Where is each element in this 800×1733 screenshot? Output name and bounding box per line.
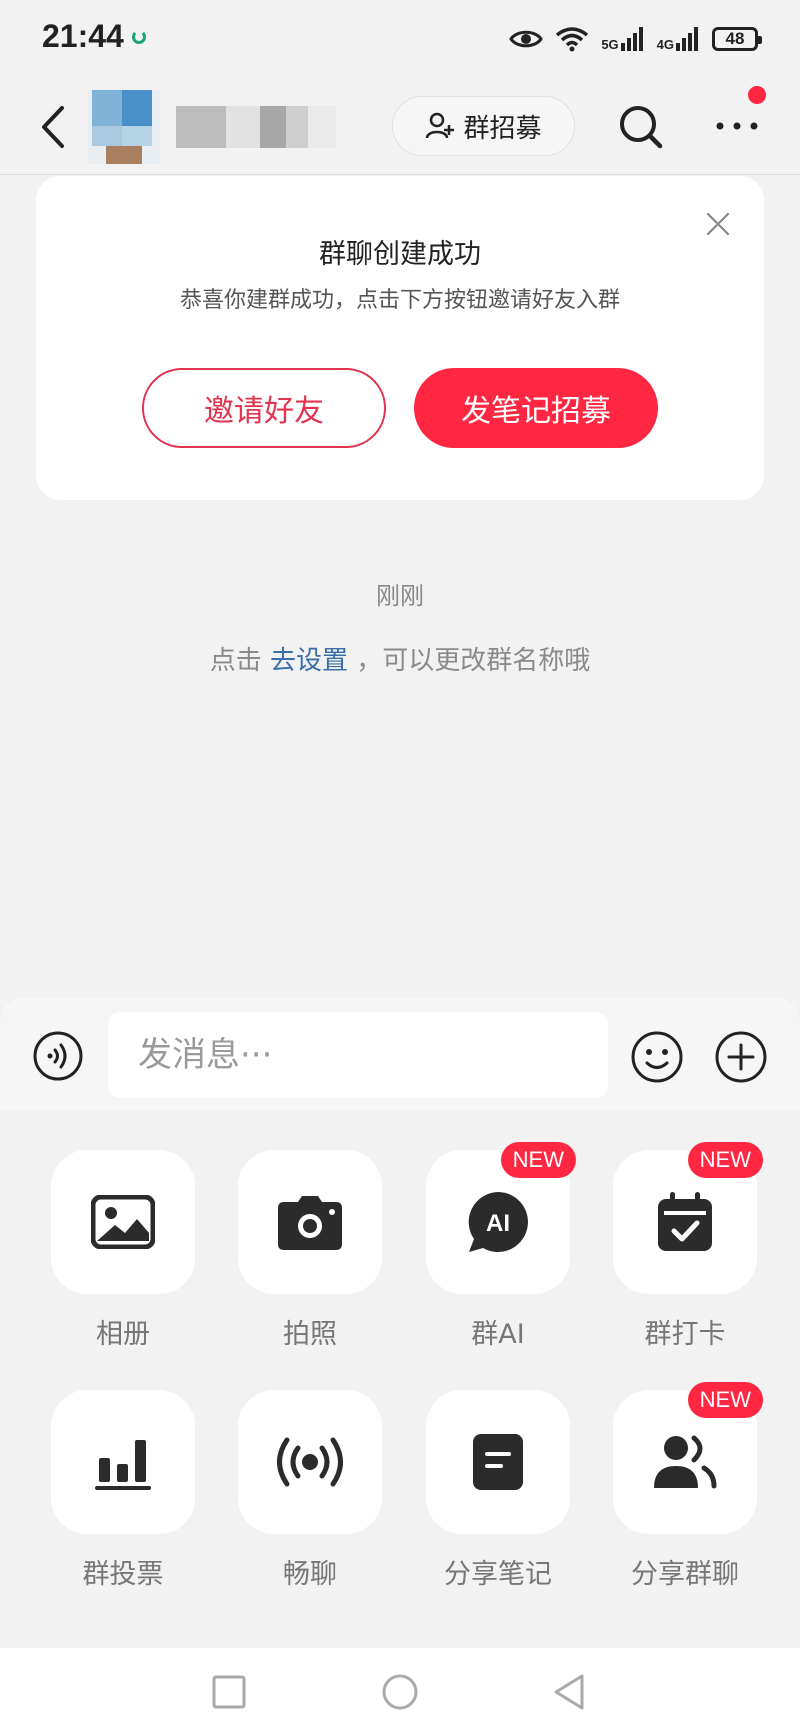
add-user-icon: [426, 112, 455, 139]
sync-icon: [132, 30, 146, 44]
tip-prefix: 点击: [209, 646, 270, 676]
new-badge: NEW: [687, 1142, 763, 1178]
tool-album[interactable]: 相册: [51, 1150, 195, 1351]
new-badge: NEW: [500, 1142, 576, 1178]
group-created-card: 群聊创建成功 恭喜你建群成功，点击下方按钮邀请好友入群 邀请好友 发笔记招募: [36, 176, 764, 500]
signal-bars-icon: [620, 27, 643, 51]
ai-chat-icon: AI: [468, 1192, 528, 1252]
broadcast-icon: [277, 1437, 343, 1487]
tool-label: 分享群聊: [631, 1559, 739, 1590]
tool-share-group-tile[interactable]: NEW: [613, 1382, 763, 1534]
post-note-recruit-button[interactable]: 发笔记招募: [414, 368, 658, 448]
tool-label: 分享笔记: [444, 1559, 552, 1590]
tool-album-tile[interactable]: [51, 1150, 195, 1294]
tool-camera-tile[interactable]: [238, 1150, 382, 1294]
tool-group-ai[interactable]: AI NEW 群AI: [426, 1142, 576, 1351]
signal-4g: 4G: [657, 27, 700, 51]
tip-suffix: ，可以更改群名称哦: [348, 646, 591, 676]
tool-label: 相册: [96, 1319, 150, 1350]
tool-group-ai-tile[interactable]: AI NEW: [426, 1142, 576, 1294]
tool-check-in[interactable]: NEW 群打卡: [613, 1142, 763, 1351]
tool-label: 拍照: [283, 1319, 337, 1350]
status-time: 21:44: [42, 18, 124, 54]
composer-panel: 相册 拍照 AI NEW 群AI: [0, 998, 800, 1648]
new-badge: NEW: [687, 1382, 763, 1418]
emoji-icon[interactable]: [630, 1030, 684, 1084]
message-timestamp: 刚刚: [376, 582, 424, 610]
tool-share-group[interactable]: NEW 分享群聊: [613, 1382, 763, 1591]
status-icons: 5G 4G 48: [509, 22, 762, 56]
group-avatar[interactable]: [88, 90, 160, 164]
system-nav-bar: [0, 1648, 800, 1733]
card-title: 群聊创建成功: [319, 239, 481, 270]
tool-label: 群投票: [82, 1559, 164, 1590]
voice-icon[interactable]: [32, 1030, 84, 1082]
network-4g-label: 4G: [656, 37, 674, 52]
signal-5g: 5G: [601, 27, 644, 51]
tool-label: 群AI: [471, 1319, 525, 1350]
notification-dot: [748, 86, 766, 104]
back-nav-icon[interactable]: [550, 1672, 590, 1712]
tool-check-in-tile[interactable]: NEW: [613, 1142, 763, 1294]
eye-icon: [509, 30, 544, 48]
tool-label: 畅聊: [283, 1559, 337, 1590]
note-icon: [473, 1434, 523, 1490]
group-name-blurred[interactable]: [176, 106, 336, 148]
rename-tip: 点击 去设置 ，可以更改群名称哦: [0, 640, 800, 677]
card-subtitle: 恭喜你建群成功，点击下方按钮邀请好友入群: [179, 288, 620, 313]
signal-bars-icon: [676, 27, 698, 51]
tool-vote-tile[interactable]: [51, 1390, 195, 1534]
message-input[interactable]: [108, 1012, 608, 1098]
bar-chart-icon: [95, 1440, 151, 1490]
plus-icon[interactable]: [714, 1030, 768, 1084]
calendar-check-icon: [658, 1192, 712, 1251]
battery-indicator: 48: [712, 27, 762, 51]
tool-camera[interactable]: 拍照: [238, 1150, 382, 1351]
recruit-button[interactable]: 群招募: [392, 96, 575, 156]
chat-header: 群招募: [0, 80, 800, 175]
tool-live-chat-tile[interactable]: [238, 1390, 382, 1534]
settings-link[interactable]: 去设置: [270, 646, 348, 676]
back-icon[interactable]: [36, 104, 70, 150]
close-icon[interactable]: [706, 212, 730, 236]
status-bar: 21:44 5G 4G 48: [0, 0, 800, 80]
recruit-label: 群招募: [463, 113, 542, 144]
album-icon: [91, 1195, 155, 1249]
tool-vote[interactable]: 群投票: [51, 1390, 195, 1591]
tool-label: 群打卡: [644, 1319, 726, 1350]
tool-live-chat[interactable]: 畅聊: [238, 1390, 382, 1591]
invite-friends-button[interactable]: 邀请好友: [142, 368, 386, 448]
wifi-icon: [556, 27, 589, 52]
input-bar: [0, 998, 800, 1110]
network-5g-label: 5G: [601, 37, 619, 52]
recent-apps-icon[interactable]: [209, 1672, 249, 1712]
more-icon[interactable]: [712, 106, 762, 146]
tool-share-note[interactable]: 分享笔记: [426, 1390, 570, 1591]
search-icon[interactable]: [616, 102, 666, 152]
camera-icon: [278, 1196, 342, 1250]
home-icon[interactable]: [380, 1672, 420, 1712]
group-users-icon: [654, 1435, 717, 1489]
ai-icon-text: AI: [486, 1210, 510, 1237]
tool-share-note-tile[interactable]: [426, 1390, 570, 1534]
